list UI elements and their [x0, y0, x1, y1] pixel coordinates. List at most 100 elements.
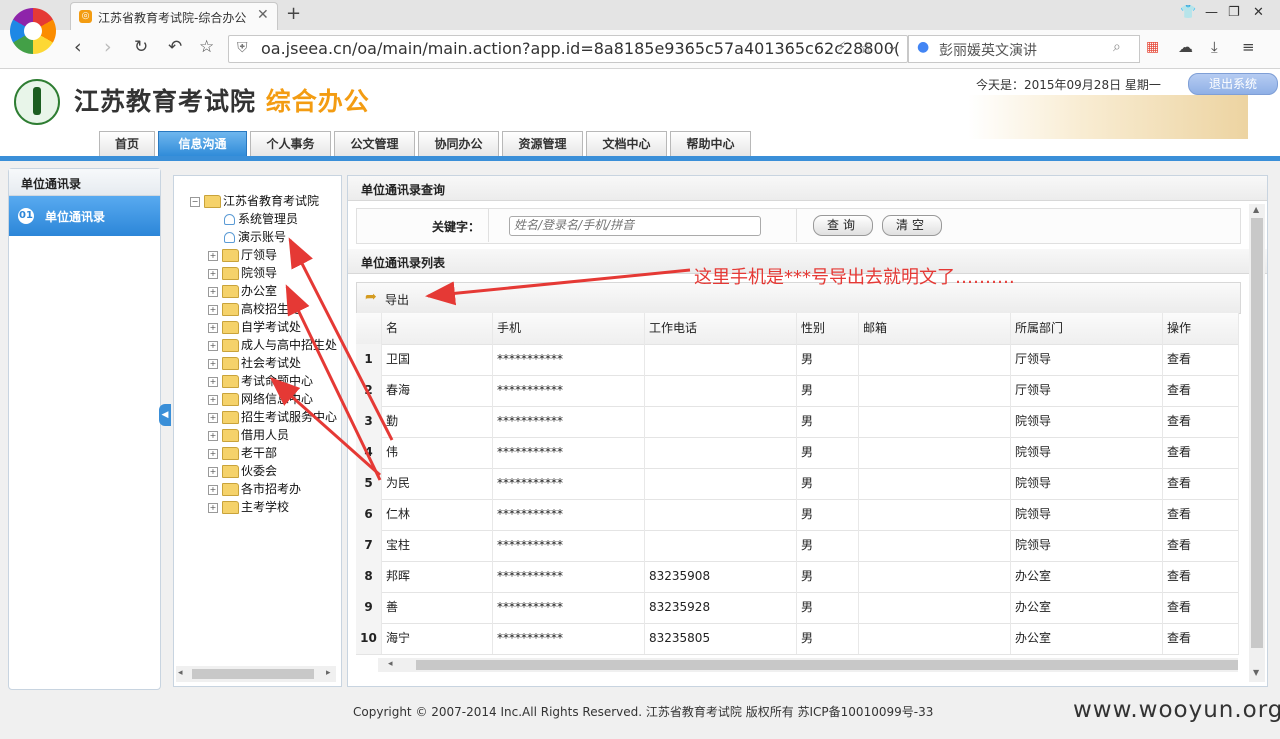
apps-grid-icon[interactable]: ▦ — [1146, 39, 1159, 55]
action-cell[interactable]: 查看 — [1163, 406, 1239, 437]
tree-expand-icon[interactable]: + — [208, 304, 218, 315]
tree-expand-icon[interactable]: + — [208, 358, 218, 369]
search-button[interactable]: 查询 — [813, 215, 873, 236]
tree-folder-item[interactable]: + 高校招生处 — [208, 300, 301, 318]
new-tab-icon[interactable]: + — [286, 3, 301, 24]
tab-close-icon[interactable]: ✕ — [257, 7, 269, 23]
tree-expand-icon[interactable]: + — [208, 394, 218, 405]
lightning-icon[interactable]: ⚡ — [837, 40, 846, 55]
tree-folder-item[interactable]: + 考试命题中心 — [208, 372, 313, 390]
table-scroll-thumb[interactable] — [416, 660, 1238, 670]
window-close-icon[interactable]: ✕ — [1253, 5, 1264, 20]
menu-icon[interactable]: ≡ — [1242, 38, 1255, 56]
tree-folder-item[interactable]: + 伙委会 — [208, 462, 277, 480]
url-bar[interactable]: ⛨ oa.jseea.cn/oa/main/main.action?app.id… — [228, 35, 908, 63]
action-cell[interactable]: 查看 — [1163, 375, 1239, 406]
nav-tab-collaboration[interactable]: 协同办公 — [418, 131, 499, 157]
tree-folder-item[interactable]: + 自学考试处 — [208, 318, 301, 336]
url-text[interactable]: oa.jseea.cn/oa/main/main.action?app.id=8… — [261, 39, 900, 58]
tree-folder-item[interactable]: + 厅领导 — [208, 246, 277, 264]
action-cell[interactable]: 查看 — [1163, 437, 1239, 468]
tree-expand-icon[interactable]: + — [208, 268, 218, 279]
maximize-icon[interactable]: ❐ — [1228, 5, 1240, 20]
cloud-icon[interactable]: ☁ — [1178, 38, 1193, 56]
reload-icon[interactable]: ↻ — [134, 37, 148, 57]
tree-user-item[interactable]: 系统管理员 — [224, 210, 298, 228]
scroll-up-icon[interactable]: ▲ — [1253, 205, 1259, 214]
tree-expand-icon[interactable]: + — [208, 250, 218, 261]
nav-tab-documents[interactable]: 公文管理 — [334, 131, 415, 157]
action-cell[interactable]: 查看 — [1163, 468, 1239, 499]
search-icon[interactable]: ⌕ — [1113, 39, 1121, 55]
tree-expand-icon[interactable]: + — [208, 430, 218, 441]
tree-collapse-icon[interactable]: − — [190, 196, 200, 207]
scroll-right-icon[interactable]: ▸ — [326, 668, 331, 678]
scroll-left-icon[interactable]: ◂ — [178, 668, 183, 678]
action-cell[interactable]: 查看 — [1163, 561, 1239, 592]
export-button[interactable]: 导出 — [385, 291, 409, 308]
tree-folder-item[interactable]: + 社会考试处 — [208, 354, 301, 372]
export-icon[interactable]: ➦ — [365, 289, 377, 305]
browser-logo-icon[interactable] — [10, 8, 56, 54]
tree-user-item[interactable]: 演示账号 — [224, 228, 286, 246]
tree-expand-icon[interactable]: + — [208, 286, 218, 297]
action-cell[interactable]: 查看 — [1163, 344, 1239, 375]
tree-folder-label: 成人与高中招生处 — [241, 338, 338, 352]
minimize-icon[interactable]: — — [1205, 5, 1218, 20]
tree-folder-item[interactable]: + 办公室 — [208, 282, 277, 300]
back-icon[interactable]: ‹ — [74, 36, 82, 58]
clear-button[interactable]: 清空 — [882, 215, 942, 236]
vertical-scroll-thumb[interactable] — [1251, 218, 1263, 648]
tree-folder-item[interactable]: + 网络信息中心 — [208, 390, 313, 408]
bookmark-star-icon[interactable]: ☆ — [199, 37, 214, 57]
nav-tab-help[interactable]: 帮助中心 — [670, 131, 751, 157]
nav-tab-doc-center[interactable]: 文档中心 — [586, 131, 667, 157]
nav-tab-home[interactable]: 首页 — [99, 131, 155, 157]
tree-expand-icon[interactable]: + — [208, 412, 218, 423]
tree-folder-item[interactable]: + 院领导 — [208, 264, 277, 282]
action-cell[interactable]: 查看 — [1163, 623, 1239, 654]
action-cell[interactable]: 查看 — [1163, 499, 1239, 530]
browser-tab[interactable]: ◎ 江苏省教育考试院-综合办公 ✕ — [70, 2, 278, 31]
tree-folder-item[interactable]: + 成人与高中招生处 — [208, 336, 337, 354]
tree-folder-item[interactable]: + 老干部 — [208, 444, 277, 462]
tree-expand-icon[interactable]: + — [208, 322, 218, 333]
tree-folder-item[interactable]: + 借用人员 — [208, 426, 289, 444]
tree-folder-item[interactable]: + 招生考试服务中心 — [208, 408, 337, 426]
vertical-scrollbar[interactable]: ▲ ▼ — [1249, 204, 1265, 682]
nav-tab-info[interactable]: 信息沟通 — [158, 131, 247, 157]
table-horizontal-scrollbar[interactable]: ◂ — [378, 658, 1238, 672]
action-cell[interactable]: 查看 — [1163, 530, 1239, 561]
favorite-star-icon[interactable]: ☆ — [859, 38, 873, 57]
tree-scroll-thumb[interactable] — [192, 669, 314, 679]
tree-root[interactable]: − 江苏省教育考试院 — [190, 192, 319, 210]
browser-search-box[interactable]: ● 彭丽媛英文演讲 ⌕ — [908, 35, 1140, 63]
collapse-sidebar-icon[interactable]: ◀ — [159, 404, 171, 426]
tree-expand-icon[interactable]: + — [208, 448, 218, 459]
tree-horizontal-scrollbar[interactable]: ◂ ▸ — [176, 666, 336, 682]
nav-tab-personal[interactable]: 个人事务 — [250, 131, 331, 157]
nav-tab-resources[interactable]: 资源管理 — [502, 131, 583, 157]
keyword-input[interactable] — [510, 217, 758, 233]
keyword-input-wrap[interactable] — [509, 216, 761, 236]
tree-expand-icon[interactable]: + — [208, 502, 218, 513]
scroll-down-icon[interactable]: ▼ — [1253, 668, 1259, 677]
action-cell[interactable]: 查看 — [1163, 592, 1239, 623]
forward-icon[interactable]: › — [104, 36, 112, 58]
search-text[interactable]: 彭丽媛英文演讲 — [939, 40, 1037, 60]
chevron-down-icon[interactable]: ⌄ — [887, 39, 898, 54]
tree-folder-item[interactable]: + 各市招考办 — [208, 480, 301, 498]
undo-icon[interactable]: ↶ — [168, 37, 182, 57]
skin-icon[interactable]: 👕 — [1180, 5, 1196, 20]
tree-expand-icon[interactable]: + — [208, 466, 218, 477]
gender-cell: 男 — [797, 437, 859, 468]
tree-folder-item[interactable]: + 主考学校 — [208, 498, 289, 516]
download-icon[interactable]: ⤓ — [1211, 38, 1218, 56]
tree-expand-icon[interactable]: + — [208, 340, 218, 351]
tree-expand-icon[interactable]: + — [208, 376, 218, 387]
sidebar-item-directory[interactable]: 01 单位通讯录 — [9, 196, 160, 236]
tree-expand-icon[interactable]: + — [208, 484, 218, 495]
folder-icon — [222, 303, 239, 316]
scroll-left-icon[interactable]: ◂ — [388, 659, 393, 669]
logout-button[interactable]: 退出系统 — [1188, 73, 1278, 95]
